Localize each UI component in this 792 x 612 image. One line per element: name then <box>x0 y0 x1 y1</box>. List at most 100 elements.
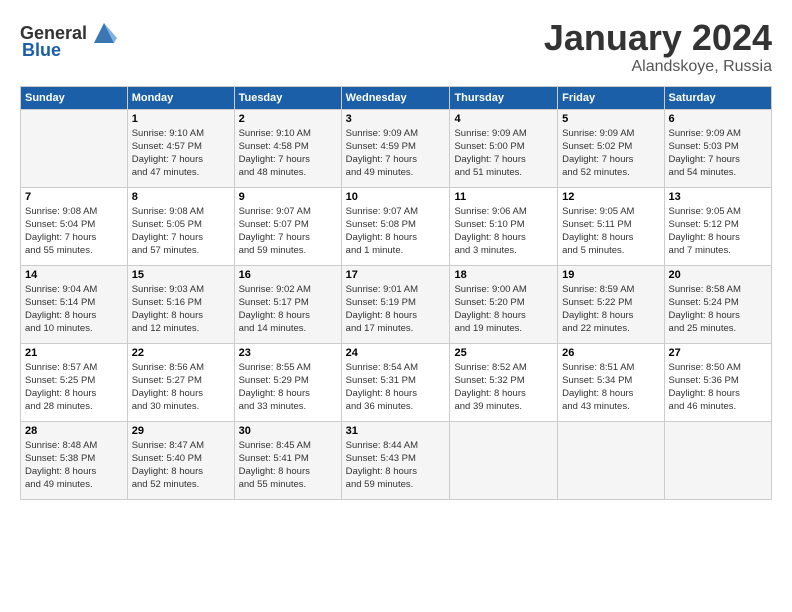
day-header-tuesday: Tuesday <box>234 86 341 109</box>
calendar-cell <box>664 421 771 499</box>
calendar-cell: 15 Sunrise: 9:03 AM Sunset: 5:16 PM Dayli… <box>127 265 234 343</box>
week-row-5: 28 Sunrise: 8:48 AM Sunset: 5:38 PM Dayli… <box>21 421 772 499</box>
calendar-cell: 14 Sunrise: 9:04 AM Sunset: 5:14 PM Dayli… <box>21 265 128 343</box>
calendar-cell: 31 Sunrise: 8:44 AM Sunset: 5:43 PM Dayli… <box>341 421 450 499</box>
calendar-table: SundayMondayTuesdayWednesdayThursdayFrid… <box>20 86 772 500</box>
day-header-saturday: Saturday <box>664 86 771 109</box>
day-info: Sunrise: 9:02 AM Sunset: 5:17 PM Dayligh… <box>239 283 337 336</box>
day-number: 27 <box>669 347 767 359</box>
day-number: 18 <box>454 269 553 281</box>
page: General Blue January 2024 Alandskoye, Ru… <box>0 0 792 510</box>
calendar-cell: 18 Sunrise: 9:00 AM Sunset: 5:20 PM Dayli… <box>450 265 558 343</box>
day-number: 19 <box>562 269 659 281</box>
day-header-thursday: Thursday <box>450 86 558 109</box>
calendar-cell: 22 Sunrise: 8:56 AM Sunset: 5:27 PM Dayli… <box>127 343 234 421</box>
day-info: Sunrise: 9:05 AM Sunset: 5:12 PM Dayligh… <box>669 205 767 258</box>
day-number: 26 <box>562 347 659 359</box>
day-info: Sunrise: 9:08 AM Sunset: 5:05 PM Dayligh… <box>132 205 230 258</box>
calendar-cell: 28 Sunrise: 8:48 AM Sunset: 5:38 PM Dayli… <box>21 421 128 499</box>
day-info: Sunrise: 8:58 AM Sunset: 5:24 PM Dayligh… <box>669 283 767 336</box>
calendar-cell: 5 Sunrise: 9:09 AM Sunset: 5:02 PM Daylig… <box>558 109 664 187</box>
day-header-wednesday: Wednesday <box>341 86 450 109</box>
calendar-cell <box>450 421 558 499</box>
calendar-cell: 12 Sunrise: 9:05 AM Sunset: 5:11 PM Dayli… <box>558 187 664 265</box>
day-info: Sunrise: 8:44 AM Sunset: 5:43 PM Dayligh… <box>346 439 446 492</box>
day-info: Sunrise: 8:55 AM Sunset: 5:29 PM Dayligh… <box>239 361 337 414</box>
day-info: Sunrise: 9:04 AM Sunset: 5:14 PM Dayligh… <box>25 283 123 336</box>
calendar-cell: 9 Sunrise: 9:07 AM Sunset: 5:07 PM Daylig… <box>234 187 341 265</box>
calendar-cell: 13 Sunrise: 9:05 AM Sunset: 5:12 PM Dayli… <box>664 187 771 265</box>
calendar-cell: 6 Sunrise: 9:09 AM Sunset: 5:03 PM Daylig… <box>664 109 771 187</box>
day-info: Sunrise: 8:59 AM Sunset: 5:22 PM Dayligh… <box>562 283 659 336</box>
day-info: Sunrise: 9:09 AM Sunset: 5:02 PM Dayligh… <box>562 127 659 180</box>
logo: General Blue <box>20 18 119 61</box>
location-title: Alandskoye, Russia <box>544 58 772 76</box>
day-number: 29 <box>132 425 230 437</box>
day-number: 22 <box>132 347 230 359</box>
day-info: Sunrise: 9:07 AM Sunset: 5:08 PM Dayligh… <box>346 205 446 258</box>
day-number: 31 <box>346 425 446 437</box>
day-info: Sunrise: 8:54 AM Sunset: 5:31 PM Dayligh… <box>346 361 446 414</box>
calendar-cell: 8 Sunrise: 9:08 AM Sunset: 5:05 PM Daylig… <box>127 187 234 265</box>
title-block: January 2024 Alandskoye, Russia <box>544 18 772 76</box>
month-title: January 2024 <box>544 18 772 58</box>
day-info: Sunrise: 9:09 AM Sunset: 4:59 PM Dayligh… <box>346 127 446 180</box>
calendar-cell <box>21 109 128 187</box>
week-row-1: 1Sunrise: 9:10 AM Sunset: 4:57 PM Daylig… <box>21 109 772 187</box>
day-info: Sunrise: 8:45 AM Sunset: 5:41 PM Dayligh… <box>239 439 337 492</box>
calendar-cell: 27 Sunrise: 8:50 AM Sunset: 5:36 PM Dayli… <box>664 343 771 421</box>
day-number: 3 <box>346 113 446 125</box>
day-info: Sunrise: 9:05 AM Sunset: 5:11 PM Dayligh… <box>562 205 659 258</box>
calendar-cell: 17Sunrise: 9:01 AM Sunset: 5:19 PM Dayli… <box>341 265 450 343</box>
day-info: Sunrise: 9:08 AM Sunset: 5:04 PM Dayligh… <box>25 205 123 258</box>
calendar-cell: 3 Sunrise: 9:09 AM Sunset: 4:59 PM Daylig… <box>341 109 450 187</box>
day-info: Sunrise: 9:00 AM Sunset: 5:20 PM Dayligh… <box>454 283 553 336</box>
day-header-friday: Friday <box>558 86 664 109</box>
day-info: Sunrise: 8:51 AM Sunset: 5:34 PM Dayligh… <box>562 361 659 414</box>
day-number: 7 <box>25 191 123 203</box>
day-number: 12 <box>562 191 659 203</box>
calendar-cell: 11 Sunrise: 9:06 AM Sunset: 5:10 PM Dayli… <box>450 187 558 265</box>
day-info: Sunrise: 9:10 AM Sunset: 4:58 PM Dayligh… <box>239 127 337 180</box>
day-number: 11 <box>454 191 553 203</box>
week-row-3: 14 Sunrise: 9:04 AM Sunset: 5:14 PM Dayli… <box>21 265 772 343</box>
days-header-row: SundayMondayTuesdayWednesdayThursdayFrid… <box>21 86 772 109</box>
day-info: Sunrise: 9:09 AM Sunset: 5:00 PM Dayligh… <box>454 127 553 180</box>
day-info: Sunrise: 9:10 AM Sunset: 4:57 PM Dayligh… <box>132 127 230 180</box>
day-number: 14 <box>25 269 123 281</box>
calendar-cell: 4Sunrise: 9:09 AM Sunset: 5:00 PM Daylig… <box>450 109 558 187</box>
day-number: 8 <box>132 191 230 203</box>
day-number: 9 <box>239 191 337 203</box>
calendar-cell: 25Sunrise: 8:52 AM Sunset: 5:32 PM Dayli… <box>450 343 558 421</box>
calendar-cell: 10 Sunrise: 9:07 AM Sunset: 5:08 PM Dayli… <box>341 187 450 265</box>
week-row-2: 7 Sunrise: 9:08 AM Sunset: 5:04 PM Daylig… <box>21 187 772 265</box>
logo-icon <box>89 18 119 48</box>
calendar-cell: 2 Sunrise: 9:10 AM Sunset: 4:58 PM Daylig… <box>234 109 341 187</box>
day-info: Sunrise: 9:01 AM Sunset: 5:19 PM Dayligh… <box>346 283 446 336</box>
day-info: Sunrise: 8:52 AM Sunset: 5:32 PM Dayligh… <box>454 361 553 414</box>
calendar-cell: 21Sunrise: 8:57 AM Sunset: 5:25 PM Dayli… <box>21 343 128 421</box>
day-info: Sunrise: 9:07 AM Sunset: 5:07 PM Dayligh… <box>239 205 337 258</box>
day-info: Sunrise: 8:48 AM Sunset: 5:38 PM Dayligh… <box>25 439 123 492</box>
day-number: 15 <box>132 269 230 281</box>
calendar-cell: 30 Sunrise: 8:45 AM Sunset: 5:41 PM Dayli… <box>234 421 341 499</box>
day-number: 28 <box>25 425 123 437</box>
day-number: 23 <box>239 347 337 359</box>
day-number: 2 <box>239 113 337 125</box>
day-info: Sunrise: 9:06 AM Sunset: 5:10 PM Dayligh… <box>454 205 553 258</box>
day-info: Sunrise: 8:47 AM Sunset: 5:40 PM Dayligh… <box>132 439 230 492</box>
calendar-cell: 23 Sunrise: 8:55 AM Sunset: 5:29 PM Dayli… <box>234 343 341 421</box>
day-number: 16 <box>239 269 337 281</box>
day-info: Sunrise: 8:56 AM Sunset: 5:27 PM Dayligh… <box>132 361 230 414</box>
day-number: 5 <box>562 113 659 125</box>
day-info: Sunrise: 9:03 AM Sunset: 5:16 PM Dayligh… <box>132 283 230 336</box>
day-number: 30 <box>239 425 337 437</box>
day-info: Sunrise: 9:09 AM Sunset: 5:03 PM Dayligh… <box>669 127 767 180</box>
day-number: 6 <box>669 113 767 125</box>
calendar-cell: 26 Sunrise: 8:51 AM Sunset: 5:34 PM Dayli… <box>558 343 664 421</box>
header: General Blue January 2024 Alandskoye, Ru… <box>20 18 772 76</box>
day-info: Sunrise: 8:50 AM Sunset: 5:36 PM Dayligh… <box>669 361 767 414</box>
week-row-4: 21Sunrise: 8:57 AM Sunset: 5:25 PM Dayli… <box>21 343 772 421</box>
day-number: 10 <box>346 191 446 203</box>
day-number: 13 <box>669 191 767 203</box>
